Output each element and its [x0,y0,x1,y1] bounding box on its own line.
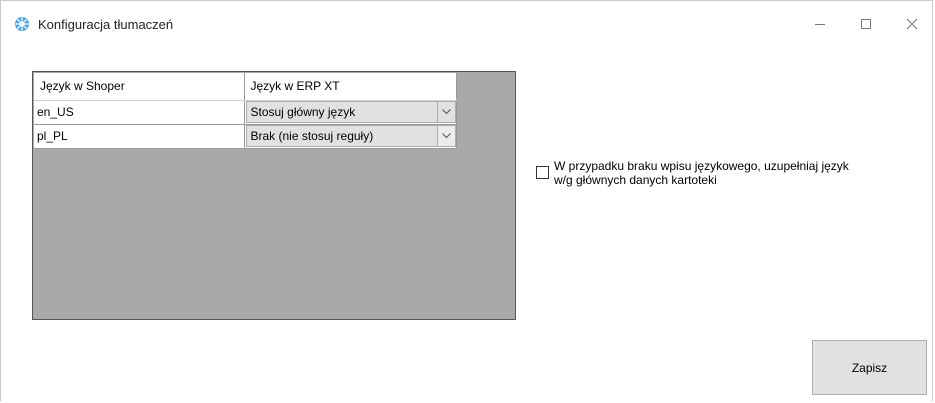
fallback-language-option[interactable]: W przypadku braku wpisu językowego, uzup… [536,159,854,187]
minimize-icon [815,24,825,25]
minimize-button[interactable] [797,9,843,39]
maximize-button[interactable] [843,9,889,39]
column-header-shoper-language[interactable]: Język w Shoper [34,73,245,101]
close-button[interactable] [889,9,935,39]
title-bar[interactable]: Konfiguracja tłumaczeń [1,1,932,41]
dropdown-arrow[interactable] [436,126,455,146]
erp-language-dropdown[interactable]: Stosuj główny język [245,101,456,123]
column-header-erp-language[interactable]: Język w ERP XT [244,73,457,101]
dropdown-selected-value: Stosuj główny język [250,105,356,119]
close-icon [906,18,918,30]
table-row: en_US Stosuj główny język [34,100,457,125]
grid-header-row: Język w Shoper Język w ERP XT [34,73,457,101]
window-title: Konfiguracja tłumaczeń [38,17,174,32]
fallback-language-label[interactable]: W przypadku braku wpisu językowego, uzup… [554,159,854,187]
language-mapping-grid[interactable]: Język w Shoper Język w ERP XT en_US Stos… [32,71,516,320]
shoper-language-cell[interactable]: en_US [34,100,245,125]
chevron-down-icon [441,109,451,115]
grid-table: Język w Shoper Język w ERP XT en_US Stos… [34,73,457,149]
erp-language-cell: Stosuj główny język [244,100,457,125]
translation-config-window: Konfiguracja tłumaczeń Język w Shoper Ję… [0,0,933,401]
dropdown-selected-value: Brak (nie stosuj reguły) [250,129,374,143]
table-row: pl_PL Brak (nie stosuj reguły) [34,124,457,149]
erp-language-dropdown[interactable]: Brak (nie stosuj reguły) [245,125,456,147]
gear-snowflake-icon [15,17,29,31]
shoper-language-cell[interactable]: pl_PL [34,124,245,149]
chevron-down-icon [441,133,451,139]
save-button[interactable]: Zapisz [812,340,927,395]
maximize-icon [861,19,871,29]
erp-language-cell: Brak (nie stosuj reguły) [244,124,457,149]
dropdown-arrow[interactable] [436,102,455,122]
fallback-language-checkbox[interactable] [536,166,549,179]
